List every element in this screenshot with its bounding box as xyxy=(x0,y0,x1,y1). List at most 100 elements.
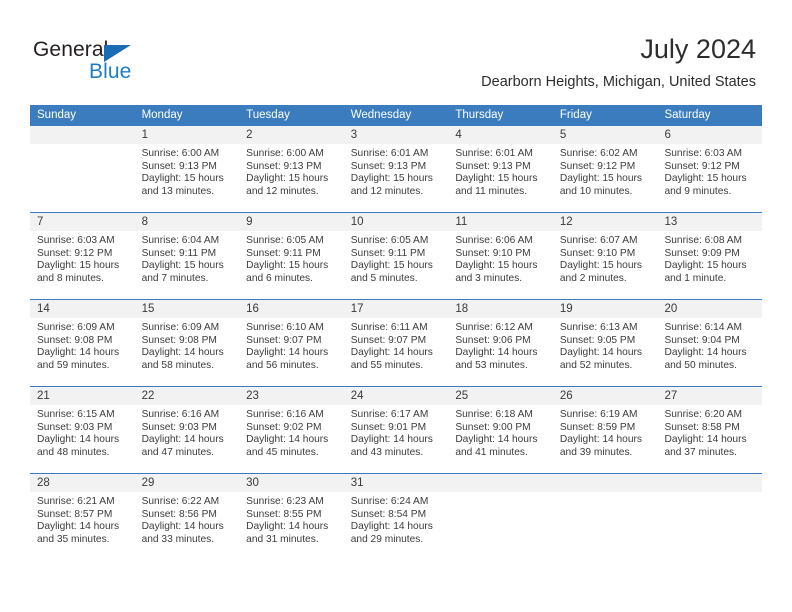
day-number[interactable]: 20 xyxy=(657,300,762,318)
day-number[interactable]: 15 xyxy=(135,300,240,318)
day-number[interactable]: 14 xyxy=(30,300,135,318)
daylight-text-line1: Daylight: 14 hours xyxy=(37,347,120,359)
day-number[interactable]: 2 xyxy=(239,126,344,144)
day-cell[interactable]: Sunrise: 6:01 AM Sunset: 9:13 PM Dayligh… xyxy=(344,144,449,212)
day-cell[interactable]: Sunrise: 6:02 AM Sunset: 9:12 PM Dayligh… xyxy=(553,144,658,212)
week-date-number-band: 7 8 9 10 11 12 13 xyxy=(30,213,762,231)
day-cell[interactable]: Sunrise: 6:04 AM Sunset: 9:11 PM Dayligh… xyxy=(135,231,240,299)
sunrise-text: Sunrise: 6:10 AM xyxy=(246,322,324,333)
day-number[interactable] xyxy=(30,126,135,144)
day-number[interactable]: 26 xyxy=(553,387,658,405)
daylight-text-line1: Daylight: 15 hours xyxy=(559,260,643,272)
daylight-text-line2: and 7 minutes. xyxy=(141,272,209,284)
daylight-text-line1: Daylight: 14 hours xyxy=(350,434,433,446)
day-cell[interactable]: Sunrise: 6:23 AM Sunset: 8:55 PM Dayligh… xyxy=(239,492,344,560)
day-number[interactable] xyxy=(448,474,553,492)
day-cell[interactable]: Sunrise: 6:20 AM Sunset: 8:58 PM Dayligh… xyxy=(657,405,762,473)
day-cell[interactable] xyxy=(448,492,553,560)
day-cell[interactable]: Sunrise: 6:07 AM Sunset: 9:10 PM Dayligh… xyxy=(553,231,658,299)
sunset-text: Sunset: 8:58 PM xyxy=(664,421,740,433)
day-cell[interactable]: Sunrise: 6:14 AM Sunset: 9:04 PM Dayligh… xyxy=(657,318,762,386)
day-number[interactable]: 5 xyxy=(553,126,658,144)
day-number[interactable] xyxy=(553,474,658,492)
day-number[interactable]: 23 xyxy=(239,387,344,405)
day-number[interactable]: 18 xyxy=(448,300,553,318)
calendar-week-row: 21 22 23 24 25 26 27 Sunrise: 6:15 AM Su… xyxy=(30,386,762,473)
day-cell[interactable]: Sunrise: 6:16 AM Sunset: 9:03 PM Dayligh… xyxy=(135,405,240,473)
day-cell[interactable]: Sunrise: 6:17 AM Sunset: 9:01 PM Dayligh… xyxy=(344,405,449,473)
week-detail-band: Sunrise: 6:00 AM Sunset: 9:13 PM Dayligh… xyxy=(30,144,762,212)
day-number[interactable]: 28 xyxy=(30,474,135,492)
day-cell[interactable]: Sunrise: 6:03 AM Sunset: 9:12 PM Dayligh… xyxy=(657,144,762,212)
day-number[interactable]: 1 xyxy=(135,126,240,144)
day-cell[interactable]: Sunrise: 6:06 AM Sunset: 9:10 PM Dayligh… xyxy=(448,231,553,299)
day-number[interactable]: 4 xyxy=(448,126,553,144)
day-cell[interactable]: Sunrise: 6:05 AM Sunset: 9:11 PM Dayligh… xyxy=(344,231,449,299)
day-number[interactable]: 6 xyxy=(657,126,762,144)
daylight-text-line2: and 11 minutes. xyxy=(455,185,528,197)
day-number[interactable]: 16 xyxy=(239,300,344,318)
day-number[interactable]: 7 xyxy=(30,213,135,231)
day-cell[interactable] xyxy=(657,492,762,560)
weekday-header-wednesday: Wednesday xyxy=(350,109,412,121)
day-number[interactable]: 19 xyxy=(553,300,658,318)
sunset-text: Sunset: 9:08 PM xyxy=(37,334,113,346)
day-number[interactable]: 21 xyxy=(30,387,135,405)
day-number[interactable]: 27 xyxy=(657,387,762,405)
day-cell[interactable]: Sunrise: 6:00 AM Sunset: 9:13 PM Dayligh… xyxy=(239,144,344,212)
day-number[interactable]: 13 xyxy=(657,213,762,231)
day-number[interactable]: 17 xyxy=(344,300,449,318)
day-number[interactable]: 9 xyxy=(239,213,344,231)
sunset-text: Sunset: 9:13 PM xyxy=(141,160,217,172)
day-number[interactable]: 22 xyxy=(135,387,240,405)
day-cell[interactable]: Sunrise: 6:08 AM Sunset: 9:09 PM Dayligh… xyxy=(657,231,762,299)
daylight-text-line2: and 6 minutes. xyxy=(246,272,313,284)
day-number[interactable]: 24 xyxy=(344,387,449,405)
day-cell[interactable]: Sunrise: 6:22 AM Sunset: 8:56 PM Dayligh… xyxy=(135,492,240,560)
day-cell[interactable]: Sunrise: 6:12 AM Sunset: 9:06 PM Dayligh… xyxy=(448,318,553,386)
day-number[interactable]: 25 xyxy=(448,387,553,405)
daylight-text-line1: Daylight: 15 hours xyxy=(664,173,747,185)
day-cell[interactable] xyxy=(30,144,135,212)
day-cell[interactable]: Sunrise: 6:11 AM Sunset: 9:07 PM Dayligh… xyxy=(344,318,449,386)
sunset-text: Sunset: 8:54 PM xyxy=(350,508,427,520)
week-date-number-band: 28 29 30 31 xyxy=(30,474,762,492)
day-number[interactable]: 12 xyxy=(553,213,658,231)
daylight-text-line1: Daylight: 15 hours xyxy=(455,260,538,272)
day-cell[interactable]: Sunrise: 6:01 AM Sunset: 9:13 PM Dayligh… xyxy=(448,144,553,212)
day-number[interactable]: 11 xyxy=(448,213,553,231)
general-blue-logo[interactable]: General Blue xyxy=(33,38,233,84)
week-date-number-band: 21 22 23 24 25 26 27 xyxy=(30,387,762,405)
day-cell[interactable]: Sunrise: 6:09 AM Sunset: 9:08 PM Dayligh… xyxy=(135,318,240,386)
day-number[interactable]: 3 xyxy=(344,126,449,144)
day-number[interactable]: 31 xyxy=(344,474,449,492)
sunset-text: Sunset: 9:13 PM xyxy=(350,160,427,172)
day-number[interactable]: 29 xyxy=(135,474,240,492)
sunrise-text: Sunrise: 6:02 AM xyxy=(559,148,638,159)
sunrise-text: Sunrise: 6:20 AM xyxy=(664,409,743,420)
day-cell[interactable]: Sunrise: 6:19 AM Sunset: 8:59 PM Dayligh… xyxy=(553,405,658,473)
week-detail-band: Sunrise: 6:09 AM Sunset: 9:08 PM Dayligh… xyxy=(30,318,762,386)
sunset-text: Sunset: 8:55 PM xyxy=(246,508,322,520)
day-cell[interactable]: Sunrise: 6:13 AM Sunset: 9:05 PM Dayligh… xyxy=(553,318,658,386)
day-cell[interactable]: Sunrise: 6:15 AM Sunset: 9:03 PM Dayligh… xyxy=(30,405,135,473)
daylight-text-line1: Daylight: 15 hours xyxy=(350,173,433,185)
sunrise-text: Sunrise: 6:00 AM xyxy=(246,148,324,159)
day-cell[interactable]: Sunrise: 6:03 AM Sunset: 9:12 PM Dayligh… xyxy=(30,231,135,299)
day-cell[interactable]: Sunrise: 6:09 AM Sunset: 9:08 PM Dayligh… xyxy=(30,318,135,386)
sunrise-text: Sunrise: 6:13 AM xyxy=(559,322,638,333)
sunset-text: Sunset: 9:11 PM xyxy=(246,247,321,259)
day-cell[interactable]: Sunrise: 6:18 AM Sunset: 9:00 PM Dayligh… xyxy=(448,405,553,473)
day-cell[interactable]: Sunrise: 6:24 AM Sunset: 8:54 PM Dayligh… xyxy=(344,492,449,560)
day-cell[interactable]: Sunrise: 6:00 AM Sunset: 9:13 PM Dayligh… xyxy=(135,144,240,212)
day-cell[interactable]: Sunrise: 6:21 AM Sunset: 8:57 PM Dayligh… xyxy=(30,492,135,560)
day-number[interactable]: 30 xyxy=(239,474,344,492)
day-cell[interactable]: Sunrise: 6:10 AM Sunset: 9:07 PM Dayligh… xyxy=(239,318,344,386)
day-cell[interactable]: Sunrise: 6:16 AM Sunset: 9:02 PM Dayligh… xyxy=(239,405,344,473)
day-cell[interactable]: Sunrise: 6:05 AM Sunset: 9:11 PM Dayligh… xyxy=(239,231,344,299)
day-number[interactable]: 8 xyxy=(135,213,240,231)
day-number[interactable] xyxy=(657,474,762,492)
sunset-text: Sunset: 9:11 PM xyxy=(141,247,217,259)
day-cell[interactable] xyxy=(553,492,658,560)
day-number[interactable]: 10 xyxy=(344,213,449,231)
